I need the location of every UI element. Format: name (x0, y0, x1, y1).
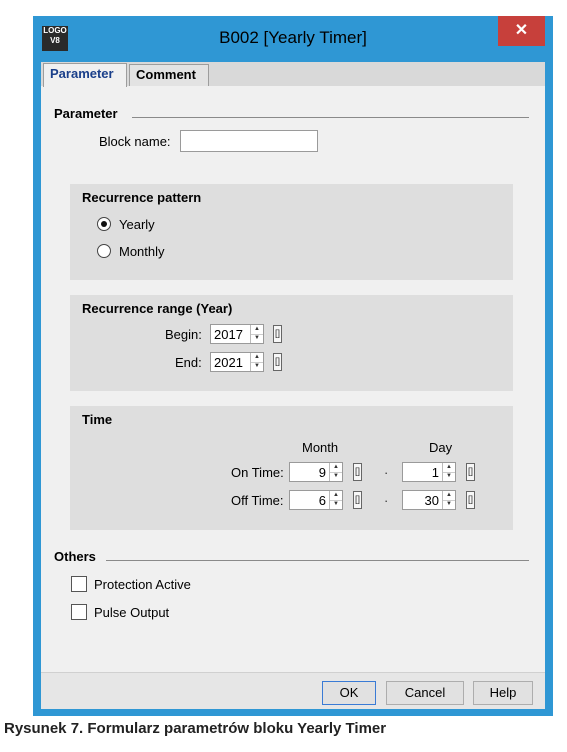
spin-down-arrow-icon[interactable]: ▼ (330, 500, 342, 509)
off-time-label: Off Time: (231, 493, 284, 508)
off-time-month-spinner[interactable]: 6 ▲ ▼ (289, 490, 343, 510)
window-title: B002 [Yearly Timer] (219, 28, 367, 47)
figure-caption: Rysunek 7. Formularz parametrów bloku Ye… (4, 720, 387, 737)
dialog-client-area: Parameter Comment Parameter Block name: … (41, 62, 545, 709)
pulse-output-checkbox[interactable] (71, 604, 87, 620)
help-button[interactable]: Help (473, 681, 533, 705)
recurrence-range-group: Recurrence range (Year) Begin: 2017 ▲ ▼ [… (70, 295, 513, 391)
tab-strip: Parameter Comment (41, 62, 545, 87)
parameter-section-title: Parameter (54, 106, 118, 121)
spinner-arrows: ▲ ▼ (250, 353, 263, 371)
on-time-separator: · (384, 465, 389, 480)
protection-active-label: Protection Active (94, 577, 191, 592)
parameter-divider (132, 117, 529, 118)
pulse-output-label: Pulse Output (94, 605, 170, 620)
cancel-button[interactable]: Cancel (386, 681, 464, 705)
end-year-value: 2021 (214, 355, 243, 370)
on-time-day-parameter-button[interactable]: [] (466, 463, 475, 481)
button-bar: OK Cancel Help (41, 672, 545, 709)
on-time-day-value: 1 (431, 465, 439, 480)
tab-parameter[interactable]: Parameter (43, 63, 127, 87)
recurrence-pattern-group: Recurrence pattern Yearly Monthly (70, 184, 513, 280)
time-title: Time (82, 412, 113, 427)
spin-down-arrow-icon[interactable]: ▼ (330, 472, 342, 481)
on-time-day-spinner[interactable]: 1 ▲ ▼ (402, 462, 456, 482)
spinner-arrows: ▲ ▼ (442, 491, 455, 509)
yearly-radio[interactable] (97, 217, 111, 231)
off-time-day-spinner[interactable]: 30 ▲ ▼ (402, 490, 456, 510)
off-time-day-value: 30 (424, 493, 439, 508)
end-year-parameter-button[interactable]: [] (273, 353, 282, 371)
yearly-label: Yearly (119, 217, 155, 232)
others-section-title: Others (54, 549, 96, 564)
on-time-month-spinner[interactable]: 9 ▲ ▼ (289, 462, 343, 482)
begin-year-parameter-button[interactable]: [] (273, 325, 282, 343)
spin-down-arrow-icon[interactable]: ▼ (443, 472, 455, 481)
radio-selected-dot (101, 221, 107, 227)
tab-comment[interactable]: Comment (129, 64, 209, 86)
off-time-day-parameter-button[interactable]: [] (466, 491, 475, 509)
day-column-header: Day (429, 440, 453, 455)
begin-label: Begin: (165, 327, 202, 342)
begin-year-spinner[interactable]: 2017 ▲ ▼ (210, 324, 264, 344)
monthly-radio[interactable] (97, 244, 111, 258)
month-column-header: Month (302, 440, 339, 455)
on-time-month-value: 9 (318, 465, 326, 480)
monthly-label: Monthly (119, 244, 165, 259)
spin-down-arrow-icon[interactable]: ▼ (251, 362, 263, 371)
title-bar[interactable]: LOGO V8 B002 [Yearly Timer] ✕ (33, 16, 553, 62)
off-time-month-value: 6 (318, 493, 326, 508)
block-name-input[interactable] (180, 130, 318, 152)
close-button[interactable]: ✕ (498, 16, 545, 46)
off-time-separator: · (384, 493, 389, 508)
end-label: End: (175, 355, 202, 370)
on-time-label: On Time: (231, 465, 284, 480)
spin-down-arrow-icon[interactable]: ▼ (251, 334, 263, 343)
off-time-month-parameter-button[interactable]: [] (353, 491, 362, 509)
spinner-arrows: ▲ ▼ (329, 491, 342, 509)
recurrence-range-title: Recurrence range (Year) (82, 301, 233, 316)
protection-active-checkbox[interactable] (71, 576, 87, 592)
dialog-window: LOGO V8 B002 [Yearly Timer] ✕ Parameter … (33, 16, 553, 716)
end-year-spinner[interactable]: 2021 ▲ ▼ (210, 352, 264, 372)
spinner-arrows: ▲ ▼ (329, 463, 342, 481)
others-divider (106, 560, 529, 561)
close-icon: ✕ (514, 22, 529, 39)
spinner-arrows: ▲ ▼ (442, 463, 455, 481)
recurrence-pattern-title: Recurrence pattern (82, 190, 202, 205)
begin-year-value: 2017 (214, 327, 243, 342)
block-name-label: Block name: (99, 134, 171, 149)
time-group: Time Month Day On Time: 9 ▲ ▼ [] · 1 ▲ ▼ [… (70, 406, 513, 530)
spin-down-arrow-icon[interactable]: ▼ (443, 500, 455, 509)
on-time-month-parameter-button[interactable]: [] (353, 463, 362, 481)
ok-button[interactable]: OK (322, 681, 376, 705)
spinner-arrows: ▲ ▼ (250, 325, 263, 343)
